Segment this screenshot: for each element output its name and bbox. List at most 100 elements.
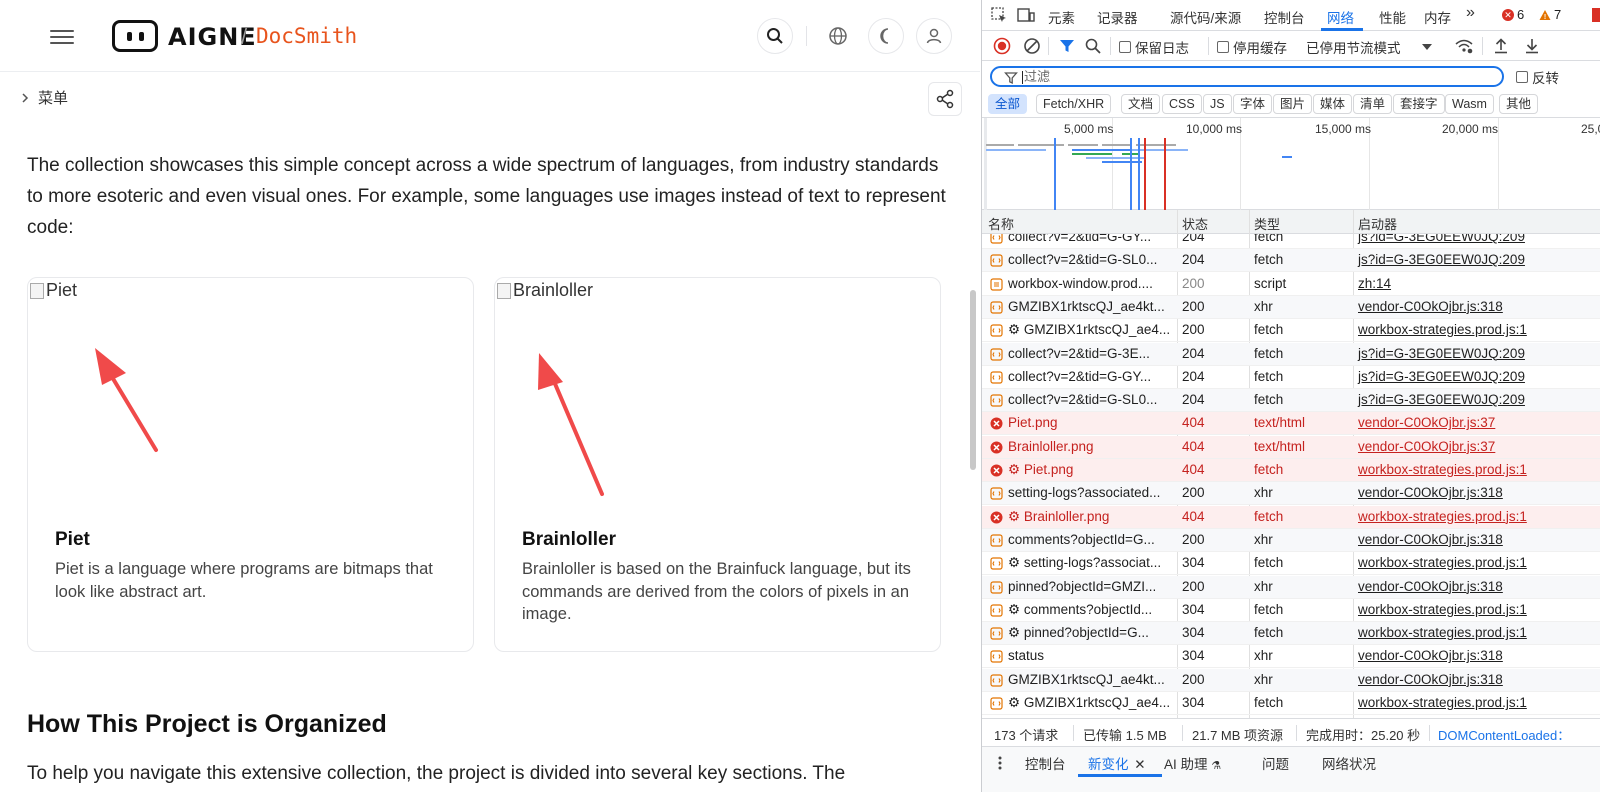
close-tab-icon[interactable]: ✕ [1134, 757, 1145, 772]
network-request-row[interactable]: comments?objectId=G... 200 xhr vendor-C0OkO… [982, 528, 1600, 552]
import-har-icon[interactable] [1492, 37, 1510, 55]
drawer-tab-issues[interactable]: 问题 [1262, 753, 1289, 773]
request-initiator[interactable]: vendor-C0OkOjbr.js:318 [1358, 299, 1503, 314]
network-conditions-icon[interactable] [1454, 37, 1474, 55]
tab-network[interactable]: 网络 [1327, 7, 1354, 27]
network-overview-timeline[interactable]: 5,000 ms 10,000 ms 15,000 ms 20,000 ms 2… [982, 118, 1600, 210]
tab-console[interactable]: 控制台 [1264, 7, 1305, 27]
aigne-logo-icon[interactable] [112, 20, 158, 52]
request-initiator[interactable]: js?id=G-3EG0EEW0JQ:209 [1358, 369, 1525, 384]
type-filter-wasm[interactable]: Wasm [1445, 94, 1494, 114]
record-stop-icon[interactable] [993, 37, 1011, 55]
preserve-log-checkbox[interactable]: 保留日志 [1119, 37, 1189, 57]
invert-checkbox[interactable]: 反转 [1516, 67, 1559, 87]
network-request-row[interactable]: collect?v=2&tid=G-3E... 204 fetch js?id=G-3… [982, 342, 1600, 366]
filter-icon[interactable] [1058, 37, 1076, 55]
type-filter-manifest[interactable]: 清单 [1353, 94, 1393, 114]
export-har-icon[interactable] [1523, 37, 1541, 55]
network-request-row[interactable]: GMZIBX1rktscQJ_ae4kt... 200 xhr vendor-C0Ok… [982, 295, 1600, 319]
network-request-row[interactable]: Brainloller.png 404 text/html vendor-C0OkOj… [982, 435, 1600, 459]
disable-cache-checkbox[interactable]: 停用缓存 [1217, 37, 1287, 57]
throttle-select[interactable]: 已停用节流模式 [1306, 37, 1435, 57]
type-filter-other[interactable]: 其他 [1499, 94, 1539, 114]
type-filter-doc[interactable]: 文档 [1121, 94, 1161, 114]
network-request-row[interactable]: workbox-window.prod.... 200 script zh:14 [982, 273, 1600, 296]
request-initiator[interactable]: workbox-strategies.prod.js:1 [1358, 555, 1527, 570]
filter-input[interactable]: 过滤 [990, 66, 1504, 87]
type-filter-fetch-xhr[interactable]: Fetch/XHR [1036, 94, 1112, 114]
request-initiator[interactable]: zh:14 [1358, 276, 1391, 291]
network-request-row[interactable]: collect?v=2&tid=G-SL0... 204 fetch js?id=G-… [982, 389, 1600, 413]
network-request-row[interactable]: ⚙ Piet.png 404 fetch workbox-strategies.pro… [982, 459, 1600, 482]
theme-toggle-button[interactable] [868, 18, 904, 54]
tab-sources[interactable]: 源代码/来源 [1170, 7, 1241, 27]
logo-product-name[interactable]: DocSmith [256, 24, 357, 48]
tab-recorder[interactable]: 记录器 [1097, 7, 1138, 27]
tab-memory[interactable]: 内存 [1424, 7, 1451, 27]
piet-card[interactable]: Piet Piet Piet is a language where progr… [27, 277, 474, 652]
network-request-row[interactable]: collect?v=2&tid=G-SL0... 204 fetch js?id=G-… [982, 249, 1600, 273]
column-header-name[interactable]: 名称 [988, 214, 1014, 233]
column-header-status[interactable]: 状态 [1182, 214, 1208, 233]
type-filter-font[interactable]: 字体 [1233, 94, 1273, 114]
type-filter-all[interactable]: 全部 [988, 94, 1028, 114]
request-initiator[interactable]: vendor-C0OkOjbr.js:318 [1358, 579, 1503, 594]
column-header-initiator[interactable]: 启动器 [1358, 214, 1397, 233]
request-initiator[interactable]: vendor-C0OkOjbr.js:318 [1358, 532, 1503, 547]
network-request-row[interactable]: ⚙ comments?objectId... 304 fetch workbox-st… [982, 599, 1600, 622]
drawer-tab-network-conditions[interactable]: 网络状况 [1322, 753, 1376, 773]
network-request-row[interactable]: status 304 xhr vendor-C0OkOjbr.js:318 [982, 645, 1600, 669]
column-header-type[interactable]: 类型 [1254, 214, 1280, 233]
request-initiator[interactable]: workbox-strategies.prod.js:1 [1358, 462, 1527, 477]
drawer-tab-whats-new[interactable]: 新变化 ✕ [1088, 753, 1146, 773]
network-request-row[interactable]: GMZIBX1rktscQJ_ae4kt... 200 xhr vendor-C0Ok… [982, 668, 1600, 692]
issues-badge-icon[interactable] [1592, 8, 1600, 22]
network-request-row[interactable]: ⚙ Brainloller.png 404 fetch workbox-strateg… [982, 505, 1600, 529]
request-initiator[interactable]: js?id=G-3EG0EEW0JQ:209 [1358, 252, 1525, 267]
inspect-element-icon[interactable] [990, 6, 1008, 24]
request-initiator[interactable]: js?id=G-3EG0EEW0JQ:209 [1358, 234, 1525, 244]
drawer-tab-ai-assistance[interactable]: AI 助理 ⚗ [1164, 753, 1221, 773]
network-request-row[interactable]: ⚙ setting-logs?associat... 304 fetch workbo… [982, 552, 1600, 576]
more-tabs-button[interactable]: » [1466, 4, 1475, 22]
request-initiator[interactable]: workbox-strategies.prod.js:1 [1358, 695, 1527, 710]
drawer-menu-icon[interactable] [997, 755, 1003, 771]
request-initiator[interactable]: workbox-strategies.prod.js:1 [1358, 625, 1527, 640]
network-request-row[interactable]: ⚙ GMZIBX1rktscQJ_ae4... 200 fetch workbox-s… [982, 319, 1600, 343]
request-initiator[interactable]: vendor-C0OkOjbr.js:318 [1358, 672, 1503, 687]
page-scrollbar[interactable] [970, 290, 976, 470]
type-filter-css[interactable]: CSS [1162, 94, 1202, 114]
user-button[interactable] [916, 18, 952, 54]
request-initiator[interactable]: workbox-strategies.prod.js:1 [1358, 509, 1527, 524]
request-initiator[interactable]: vendor-C0OkOjbr.js:37 [1358, 415, 1495, 430]
network-request-row[interactable]: setting-logs?associated... 200 xhr vendor-C… [982, 482, 1600, 506]
type-filter-socket[interactable]: 套接字 [1393, 94, 1445, 114]
request-initiator[interactable]: workbox-strategies.prod.js:1 [1358, 322, 1527, 337]
tab-elements[interactable]: 元素 [1048, 7, 1075, 27]
hamburger-menu-icon[interactable] [50, 26, 74, 46]
tab-performance[interactable]: 性能 [1379, 7, 1406, 27]
search-button[interactable] [757, 18, 793, 54]
type-filter-js[interactable]: JS [1203, 94, 1232, 114]
menu-toggle[interactable]: 菜单 [20, 87, 68, 108]
network-request-row[interactable]: collect?v=2&tid=G-GY... 204 fetch js?id=G-3… [982, 366, 1600, 389]
type-filter-media[interactable]: 媒体 [1313, 94, 1353, 114]
network-request-row[interactable]: ⚙ pinned?objectId=G... 304 fetch workbox-st… [982, 622, 1600, 646]
share-button[interactable] [928, 82, 962, 116]
network-request-row[interactable]: collect?v=2&tid=G-GY... 204 fetch js?id=G-3… [982, 234, 1600, 249]
error-count-badge[interactable]: ✕ 6 [1502, 7, 1524, 22]
drawer-tab-console[interactable]: 控制台 [1025, 753, 1066, 773]
request-initiator[interactable]: js?id=G-3EG0EEW0JQ:209 [1358, 346, 1525, 361]
request-initiator[interactable]: vendor-C0OkOjbr.js:318 [1358, 648, 1503, 663]
request-initiator[interactable]: workbox-strategies.prod.js:1 [1358, 602, 1527, 617]
network-request-row[interactable]: Piet.png 404 text/html vendor-C0OkOjbr.js:3… [982, 412, 1600, 436]
network-request-row[interactable]: ⚙ GMZIBX1rktscQJ_ae4... 304 fetch workbox-s… [982, 692, 1600, 715]
language-button[interactable] [820, 18, 856, 54]
request-initiator[interactable]: vendor-C0OkOjbr.js:37 [1358, 439, 1495, 454]
type-filter-img[interactable]: 图片 [1273, 94, 1313, 114]
network-request-row[interactable]: pinned?objectId=GMZI... 200 xhr vendor-C0Ok… [982, 575, 1600, 599]
clear-icon[interactable] [1023, 37, 1041, 55]
device-toolbar-icon[interactable] [1016, 6, 1036, 24]
request-initiator[interactable]: js?id=G-3EG0EEW0JQ:209 [1358, 392, 1525, 407]
warning-count-badge[interactable]: ! 7 [1539, 7, 1561, 22]
